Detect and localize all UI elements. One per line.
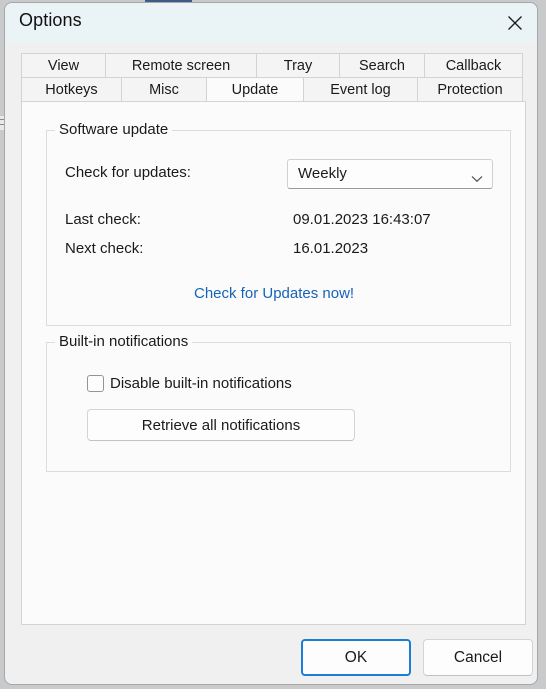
- retrieve-all-notifications-button[interactable]: Retrieve all notifications: [87, 409, 355, 441]
- last-check-value: 09.01.2023 16:43:07: [293, 211, 431, 228]
- tab-row-2: Hotkeys Misc Update Event log Protection: [21, 77, 526, 101]
- tab-row-1: View Remote screen Tray Search Callback: [21, 53, 526, 77]
- tab-event-log[interactable]: Event log: [303, 77, 418, 101]
- cancel-button[interactable]: Cancel: [423, 639, 533, 676]
- next-check-label: Next check:: [65, 240, 144, 257]
- group-caption-builtin-notifications: Built-in notifications: [55, 333, 193, 350]
- tab-update[interactable]: Update: [206, 77, 304, 101]
- tab-callback[interactable]: Callback: [424, 53, 523, 77]
- disable-builtin-notifications-checkbox-row[interactable]: Disable built-in notifications: [87, 375, 292, 392]
- tab-protection[interactable]: Protection: [417, 77, 523, 101]
- group-builtin-notifications: Built-in notifications Disable built-in …: [46, 333, 511, 472]
- tab-page-update: Software update Check for updates: Weekl…: [21, 101, 526, 625]
- disable-builtin-notifications-label: Disable built-in notifications: [110, 375, 292, 392]
- tab-remote-screen[interactable]: Remote screen: [105, 53, 257, 77]
- group-software-update: Software update Check for updates: Weekl…: [46, 121, 511, 326]
- check-frequency-dropdown[interactable]: Weekly: [287, 159, 493, 189]
- last-check-label: Last check:: [65, 211, 141, 228]
- close-button[interactable]: [492, 3, 537, 42]
- options-dialog: Options View Remote screen Tray Search C…: [4, 2, 538, 685]
- check-frequency-value: Weekly: [298, 165, 347, 182]
- tab-hotkeys[interactable]: Hotkeys: [21, 77, 122, 101]
- tab-misc[interactable]: Misc: [121, 77, 207, 101]
- ok-button[interactable]: OK: [301, 639, 411, 676]
- tab-strip: View Remote screen Tray Search Callback …: [21, 53, 526, 101]
- chevron-down-icon: [471, 170, 483, 188]
- close-icon: [506, 14, 524, 32]
- check-for-updates-now-link[interactable]: Check for Updates now!: [194, 285, 354, 302]
- tab-view[interactable]: View: [21, 53, 106, 77]
- next-check-value: 16.01.2023: [293, 240, 369, 257]
- title-bar: Options: [5, 3, 537, 42]
- tab-tray[interactable]: Tray: [256, 53, 340, 77]
- group-caption-software-update: Software update: [55, 121, 173, 138]
- disable-builtin-notifications-checkbox[interactable]: [87, 375, 104, 392]
- tab-search[interactable]: Search: [339, 53, 425, 77]
- window-title: Options: [19, 10, 82, 30]
- check-for-updates-label: Check for updates:: [65, 164, 191, 181]
